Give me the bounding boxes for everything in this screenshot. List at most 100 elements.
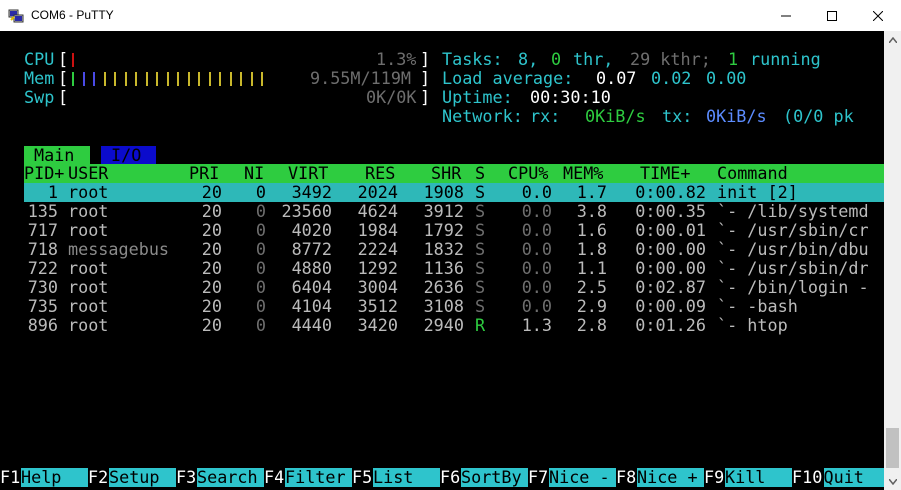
table-row[interactable]: 718 messagebus 20 0 8772 2224 1832 S 0.0 1.8 0:00.… xyxy=(0,240,884,259)
col-mem[interactable]: MEM% xyxy=(563,164,603,183)
cell-virt: 4440 xyxy=(291,315,332,335)
cell-virt: 6404 xyxy=(291,277,332,297)
network-line: Network: rx: 0KiB/s tx: 0KiB/s (0/0 pk xyxy=(442,106,854,126)
tab-io[interactable]: I/O xyxy=(101,146,156,165)
col-cpu[interactable]: CPU% xyxy=(508,164,548,183)
table-row[interactable]: 722 root 20 0 4880 1292 1136 S 0.0 1.1 0:00.00 `- /… xyxy=(0,259,884,278)
cell-user: root xyxy=(68,201,109,221)
cell-s: S xyxy=(475,258,486,278)
col-res[interactable]: RES xyxy=(365,164,395,183)
fkey-label-f1[interactable]: Help xyxy=(21,468,88,487)
cell-command: `- /usr/sbin/cr xyxy=(717,220,869,240)
col-virt[interactable]: VIRT xyxy=(288,164,328,183)
cell-res: 2024 xyxy=(357,182,398,202)
cell-ni: 0 xyxy=(255,315,266,335)
cell-time: 0:02.87 xyxy=(635,277,706,297)
cell-command: `- /lib/systemd xyxy=(717,201,869,221)
cell-mem: 2.5 xyxy=(576,277,607,297)
table-row[interactable]: 135 root 20 0 23560 4624 3912 S 0.0 3.8 0:00.35 `- … xyxy=(0,202,884,221)
fkey-f6[interactable]: F6 xyxy=(440,468,461,487)
cell-res: 2224 xyxy=(357,239,398,259)
cell-pri: 20 xyxy=(201,201,222,221)
cell-cpu: 0.0 xyxy=(521,258,552,278)
col-user[interactable]: USER xyxy=(68,164,108,183)
cell-pri: 20 xyxy=(201,220,222,240)
close-icon xyxy=(873,10,883,21)
cell-time: 0:00.01 xyxy=(635,220,706,240)
minimize-button[interactable] xyxy=(763,0,809,31)
fkey-label-f9[interactable]: Kill xyxy=(725,468,792,487)
col-pri[interactable]: PRI xyxy=(189,164,219,183)
fkey-label-f10[interactable]: Quit xyxy=(823,468,884,487)
function-key-bar: F1 Help F2 Setup F3 Search F4 Filter F5 List F6 Sor… xyxy=(0,468,884,487)
fkey-f1[interactable]: F1 xyxy=(0,468,21,487)
table-row[interactable]: 735 root 20 0 4104 3512 3108 S 0.0 2.9 0:00.09 `- -… xyxy=(0,297,884,316)
cell-mem: 1.1 xyxy=(576,258,607,278)
cell-command: `- /bin/login - xyxy=(717,277,869,297)
cell-mem: 2.9 xyxy=(576,296,607,316)
cell-res: 3512 xyxy=(357,296,398,316)
fkey-f7[interactable]: F7 xyxy=(528,468,549,487)
col-state[interactable]: S xyxy=(475,164,485,183)
uptime-line: Uptime: 00:30:10 xyxy=(442,87,611,107)
cell-time: 0:01.26 xyxy=(635,315,706,335)
cell-shr: 1792 xyxy=(423,220,464,240)
table-row[interactable]: 717 root 20 0 4020 1984 1792 S 0.0 1.6 0:00.01 `- /… xyxy=(0,221,884,240)
vertical-scrollbar[interactable] xyxy=(884,31,901,490)
table-row[interactable]: 896 root 20 0 4440 3420 2940 R 1.3 2.8 0:01.26 `- h… xyxy=(0,316,884,335)
table-row[interactable]: 1 root 20 0 3492 2024 1908 S 0.0 1.7 0:00.82 init [… xyxy=(0,183,884,202)
fkey-label-f7[interactable]: Nice - xyxy=(549,468,616,487)
table-row[interactable]: 730 root 20 0 6404 3004 2636 S 0.0 2.5 0:02.87 `- /… xyxy=(0,278,884,297)
maximize-button[interactable] xyxy=(809,0,855,31)
col-time[interactable]: TIME+ xyxy=(640,164,691,183)
fkey-label-f5[interactable]: List xyxy=(373,468,440,487)
cell-cpu: 0.0 xyxy=(521,201,552,221)
cell-s: S xyxy=(475,182,486,202)
cell-res: 1984 xyxy=(357,220,398,240)
cell-cpu: 1.3 xyxy=(521,315,552,335)
scroll-down-button[interactable] xyxy=(884,473,901,490)
cell-pid: 730 xyxy=(27,277,58,297)
fkey-f4[interactable]: F4 xyxy=(264,468,285,487)
cell-ni: 0 xyxy=(255,277,266,297)
cell-pri: 20 xyxy=(201,182,222,202)
cell-virt: 3492 xyxy=(291,182,332,202)
cell-virt: 4104 xyxy=(291,296,332,316)
cell-pri: 20 xyxy=(201,277,222,297)
cell-ni: 0 xyxy=(255,239,266,259)
col-command[interactable]: Command xyxy=(717,164,788,183)
terminal-area[interactable]: CPU [ 1.3% ] Mem [ 9.55M/119M ] Swp [ 0K… xyxy=(0,31,884,490)
scroll-up-button[interactable] xyxy=(884,31,901,48)
cell-virt: 4880 xyxy=(291,258,332,278)
col-shr[interactable]: SHR xyxy=(431,164,461,183)
cell-ni: 0 xyxy=(255,182,266,202)
fkey-f8[interactable]: F8 xyxy=(616,468,637,487)
col-ni[interactable]: NI xyxy=(244,164,264,183)
tasks-line: Tasks: 8, 0 thr, 29 kthr; 1 running xyxy=(442,49,821,69)
cell-cpu: 0.0 xyxy=(521,277,552,297)
cell-pid: 722 xyxy=(27,258,58,278)
cell-mem: 1.7 xyxy=(576,182,607,202)
cell-user: root xyxy=(68,182,109,202)
fkey-label-f8[interactable]: Nice + xyxy=(637,468,704,487)
fkey-f9[interactable]: F9 xyxy=(704,468,725,487)
fkey-label-f6[interactable]: SortBy xyxy=(461,468,528,487)
fkey-f2[interactable]: F2 xyxy=(88,468,109,487)
cell-pri: 20 xyxy=(201,296,222,316)
scroll-thumb[interactable] xyxy=(886,428,899,468)
load-line: Load average: 0.07 0.02 0.00 xyxy=(442,68,747,88)
cell-shr: 2940 xyxy=(423,315,464,335)
cell-res: 4624 xyxy=(357,201,398,221)
maximize-icon xyxy=(827,10,837,21)
fkey-label-f4[interactable]: Filter xyxy=(285,468,352,487)
close-button[interactable] xyxy=(855,0,901,31)
fkey-f3[interactable]: F3 xyxy=(176,468,197,487)
fkey-f10[interactable]: F10 xyxy=(792,468,823,487)
cell-res: 3004 xyxy=(357,277,398,297)
fkey-f5[interactable]: F5 xyxy=(352,468,373,487)
col-pid[interactable]: PID+ xyxy=(24,164,64,183)
fkey-label-f3[interactable]: Search xyxy=(197,468,264,487)
fkey-label-f2[interactable]: Setup xyxy=(109,468,176,487)
cell-pri: 20 xyxy=(201,258,222,278)
cell-s: S xyxy=(475,277,486,297)
